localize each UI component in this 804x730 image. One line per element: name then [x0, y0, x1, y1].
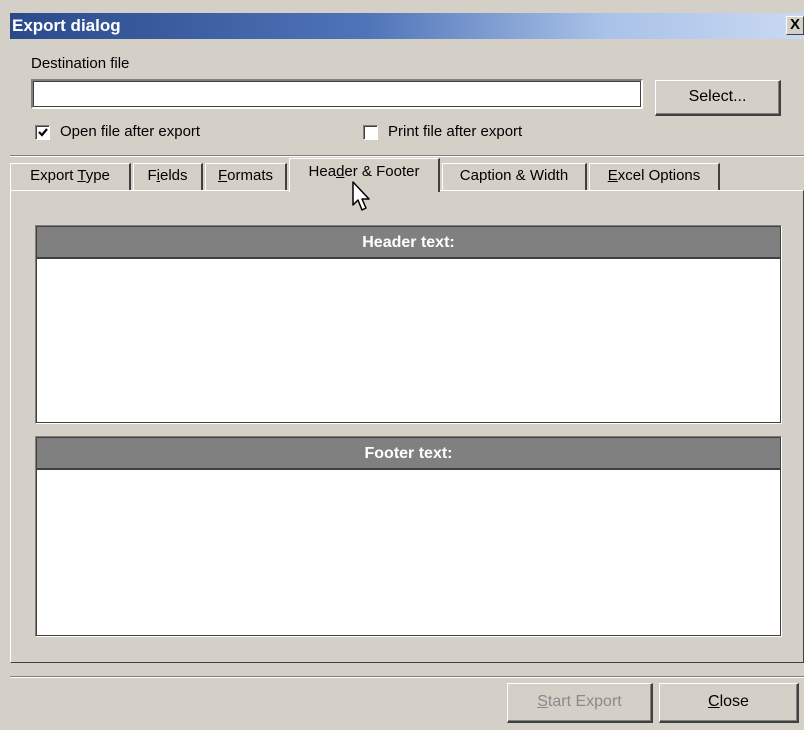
header-text-title: Header text:	[36, 226, 781, 259]
tab-label-part: xcel Options	[617, 167, 701, 184]
tab-export-type[interactable]: Export Type	[10, 163, 131, 190]
tab-accel-key: F	[217, 167, 228, 184]
print-after-export-checkbox[interactable]	[363, 125, 378, 140]
tab-label-part: ormats	[227, 167, 273, 184]
header-text-group: Header text:	[35, 225, 782, 424]
select-button-label: Select...	[688, 88, 747, 105]
close-window-button[interactable]: X	[786, 16, 804, 35]
window-title: Export dialog	[12, 16, 121, 35]
footer-text-group: Footer text:	[35, 436, 782, 637]
close-label: lose	[719, 693, 749, 710]
arrow-cursor-icon	[352, 181, 370, 211]
header-text-input[interactable]	[36, 259, 781, 421]
separator	[10, 155, 804, 157]
destination-file-input[interactable]	[33, 81, 641, 107]
tab-accel-key: T	[77, 167, 86, 184]
print-after-export-label: Print file after export	[388, 123, 523, 140]
title-bar: Export dialog X	[10, 13, 804, 39]
open-after-export-label: Open file after export	[60, 123, 201, 140]
tab-label-part: elds	[159, 167, 188, 184]
close-button[interactable]: Close	[659, 683, 799, 723]
checkmark-icon	[38, 128, 48, 137]
tab-label-part: F	[147, 167, 157, 184]
tab-label-part: Hea	[308, 163, 337, 180]
bottom-separator	[10, 676, 804, 678]
start-export-label: tart Export	[547, 693, 622, 710]
tab-caption-width[interactable]: Caption & Width	[442, 163, 587, 190]
open-after-export-checkbox[interactable]	[35, 125, 50, 140]
export-dialog-window: Export dialog X Destination file Select.…	[0, 0, 804, 730]
footer-text-input[interactable]	[36, 470, 781, 634]
tab-accel-key: E	[607, 167, 618, 184]
start-export-accel-key: S	[537, 693, 548, 710]
tab-label-part: Caption & Width	[459, 167, 569, 184]
tab-excel-options[interactable]: Excel Options	[589, 163, 720, 190]
tab-label-part: Export	[30, 167, 78, 184]
close-accel-key: C	[708, 693, 720, 710]
tab-formats[interactable]: Formats	[205, 163, 287, 190]
destination-file-label: Destination file	[31, 55, 130, 72]
tab-fields[interactable]: Fields	[133, 163, 203, 190]
close-icon: X	[789, 16, 800, 33]
select-file-button[interactable]: Select...	[655, 80, 781, 116]
tab-label-part: er & Footer	[344, 163, 420, 180]
footer-text-title: Footer text:	[36, 437, 781, 470]
start-export-button[interactable]: Start Export	[507, 683, 653, 723]
tab-label-part: ype	[85, 167, 110, 184]
destination-file-field[interactable]	[31, 79, 643, 109]
